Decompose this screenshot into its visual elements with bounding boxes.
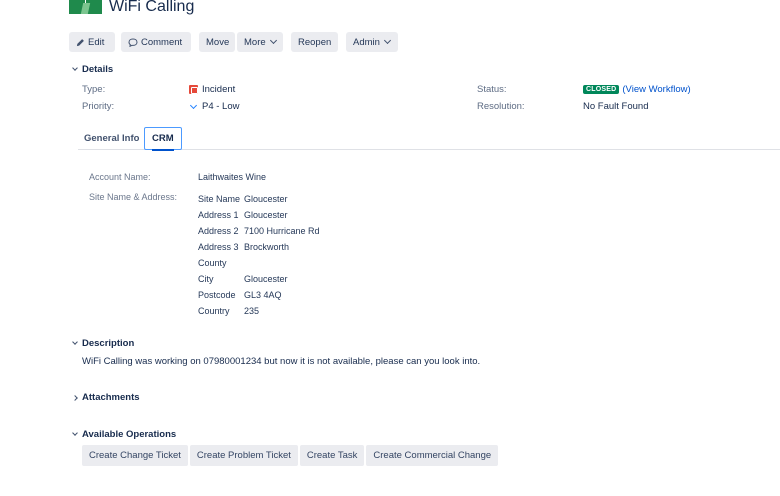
edit-label: Edit <box>88 36 105 48</box>
address-value: GL3 4AQ <box>244 290 282 300</box>
address-row: Address 2 7100 Hurricane Rd <box>198 226 320 236</box>
description-text: WiFi Calling was working on 07980001234 … <box>82 356 481 367</box>
address-key: Address 3 <box>198 242 239 252</box>
site-name-address-label: Site Name & Address: <box>89 192 178 202</box>
view-workflow-link[interactable]: (View Workflow) <box>622 84 690 95</box>
address-row: County <box>198 258 244 268</box>
status-label: Status: <box>477 84 507 95</box>
tab-general-info[interactable]: General Info <box>84 127 139 150</box>
more-label: More <box>244 36 266 48</box>
address-key: Site Name <box>198 194 241 204</box>
address-value: 235 <box>244 306 260 316</box>
address-key: Postcode <box>198 290 236 300</box>
address-row: Address 1 Gloucester <box>198 210 288 220</box>
pencil-icon <box>76 38 84 46</box>
type-label: Type: <box>82 84 106 95</box>
address-row: Site Name Gloucester <box>198 194 288 204</box>
address-value: Gloucester <box>244 274 288 284</box>
type-value-text: Incident <box>202 84 236 95</box>
account-name-label: Account Name: <box>89 172 151 182</box>
address-key: Address 1 <box>198 210 239 220</box>
page-header: WiFi Calling <box>69 0 194 20</box>
address-value: 7100 Hurricane Rd <box>244 226 320 236</box>
create-task-button[interactable]: Create Task <box>299 445 365 466</box>
tab-crm[interactable]: CRM <box>144 127 182 151</box>
operations-heading: Available Operations <box>82 429 177 440</box>
create-change-ticket-button[interactable]: Create Change Ticket <box>82 445 188 466</box>
page-title: WiFi Calling <box>109 0 195 15</box>
create-problem-ticket-button[interactable]: Create Problem Ticket <box>189 445 298 466</box>
description-toggle[interactable]: Description <box>69 338 134 349</box>
issue-toolbar: Edit Comment Move More Reopen Admin <box>69 32 398 52</box>
priority-value: P4 - Low <box>189 101 240 112</box>
address-value: Gloucester <box>244 194 288 204</box>
comment-button[interactable]: Comment <box>121 32 191 52</box>
status-value: CLOSED (View Workflow) <box>583 84 691 95</box>
address-key: Address 2 <box>198 226 239 236</box>
resolution-value: No Fault Found <box>583 101 649 112</box>
chevron-down-icon <box>69 64 81 72</box>
status-badge: CLOSED <box>583 85 620 94</box>
address-key: City <box>198 274 214 284</box>
attachments-toggle[interactable]: Attachments <box>69 392 140 403</box>
project-logo-icon <box>69 0 103 14</box>
details-heading: Details <box>82 64 114 75</box>
comment-icon <box>128 37 138 47</box>
move-label: Move <box>206 36 230 48</box>
address-row: Country 235 <box>198 306 259 316</box>
reopen-button[interactable]: Reopen <box>291 32 338 52</box>
edit-button[interactable]: Edit <box>69 32 115 52</box>
operations-buttons: Create Change Ticket Create Problem Tick… <box>82 445 500 466</box>
comment-label: Comment <box>141 36 183 48</box>
address-row: Address 3 Brockworth <box>198 242 289 252</box>
account-name-value: Laithwaites Wine <box>198 172 267 182</box>
description-heading: Description <box>82 338 135 349</box>
chevron-down-icon <box>383 36 391 44</box>
address-value: Gloucester <box>244 210 288 220</box>
address-value: Brockworth <box>244 242 290 252</box>
move-button[interactable]: Move <box>199 32 235 52</box>
attachments-heading: Attachments <box>82 392 140 403</box>
reopen-label: Reopen <box>298 36 332 48</box>
details-tabs: General Info CRM <box>78 127 780 151</box>
address-row: Postcode GL3 4AQ <box>198 290 282 300</box>
chevron-down-icon <box>269 36 277 44</box>
details-toggle[interactable]: Details <box>69 64 113 75</box>
operations-toggle[interactable]: Available Operations <box>69 429 176 440</box>
resolution-label: Resolution: <box>477 101 525 112</box>
priority-value-text: P4 - Low <box>202 101 240 112</box>
chevron-down-icon <box>69 429 81 437</box>
create-commercial-change-button[interactable]: Create Commercial Change <box>366 445 499 466</box>
chevron-right-icon <box>69 394 81 401</box>
admin-label: Admin <box>353 36 380 48</box>
admin-button[interactable]: Admin <box>346 32 398 52</box>
address-key: Country <box>198 306 230 316</box>
priority-low-icon <box>189 101 198 109</box>
chevron-down-icon <box>69 338 81 346</box>
incident-icon <box>189 85 198 94</box>
type-value: Incident <box>189 84 235 95</box>
priority-label: Priority: <box>82 101 115 112</box>
address-key: County <box>198 258 227 268</box>
more-button[interactable]: More <box>237 32 283 52</box>
address-row: City Gloucester <box>198 274 288 284</box>
